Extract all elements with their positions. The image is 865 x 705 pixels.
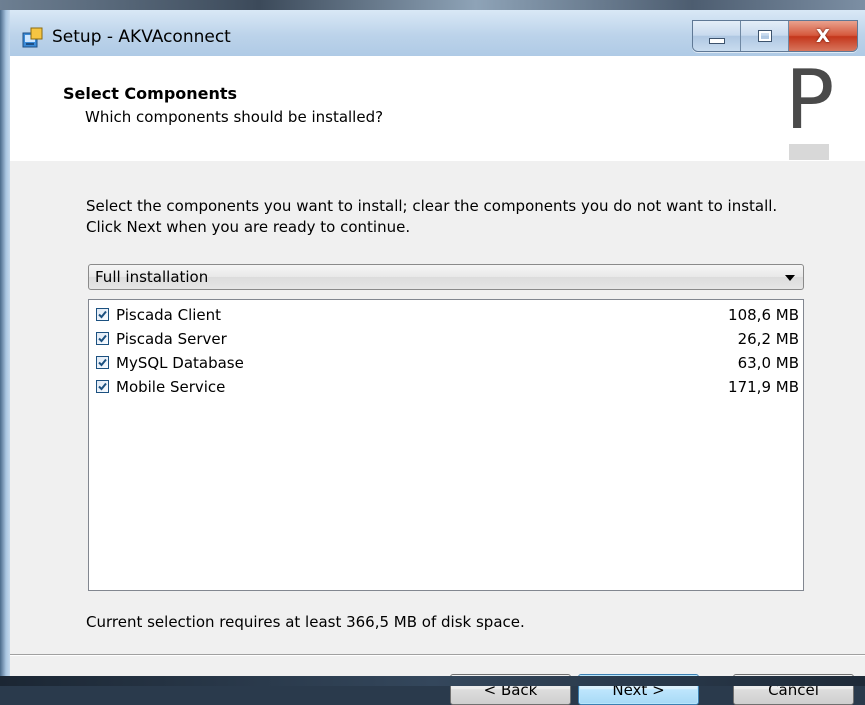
logo-letter: P xyxy=(785,62,834,148)
checkbox-piscada-server[interactable] xyxy=(96,332,109,345)
component-name: Piscada Server xyxy=(116,330,227,348)
page-subtitle: Which components should be installed? xyxy=(85,108,384,126)
component-name: Piscada Client xyxy=(116,306,222,324)
piscada-logo: P xyxy=(779,62,865,160)
wizard-client-area: Select Components Which components shoul… xyxy=(10,56,865,705)
list-item[interactable]: Piscada Server 26,2 MB xyxy=(89,329,803,351)
component-name: Mobile Service xyxy=(116,378,226,396)
desktop-taskbar-edge xyxy=(0,676,865,686)
checkbox-piscada-client[interactable] xyxy=(96,308,109,321)
page-title: Select Components xyxy=(63,84,238,103)
instructions-text: Select the components you want to instal… xyxy=(86,197,778,236)
install-type-value: Full installation xyxy=(95,268,209,286)
window-frame xyxy=(0,10,10,676)
setup-app-icon xyxy=(22,27,44,49)
list-item[interactable]: Mobile Service 171,9 MB xyxy=(89,377,803,399)
window-controls: X xyxy=(692,20,858,52)
footer-separator-highlight xyxy=(10,655,865,656)
close-icon: X xyxy=(816,25,830,47)
component-size: 26,2 MB xyxy=(737,330,799,348)
close-button[interactable]: X xyxy=(789,21,857,51)
component-size: 108,6 MB xyxy=(728,306,799,324)
list-item[interactable]: Piscada Client 108,6 MB xyxy=(89,305,803,327)
disk-space-requirement: Current selection requires at least 366,… xyxy=(86,613,525,631)
checkbox-mysql-database[interactable] xyxy=(96,356,109,369)
window-title: Setup - AKVAconnect xyxy=(52,27,231,47)
component-size: 171,9 MB xyxy=(728,378,799,396)
minimize-icon xyxy=(708,38,725,44)
header-separator xyxy=(10,160,865,161)
component-size: 63,0 MB xyxy=(737,354,799,372)
install-type-dropdown[interactable]: Full installation xyxy=(88,264,804,290)
list-item[interactable]: MySQL Database 63,0 MB xyxy=(89,353,803,375)
maximize-icon xyxy=(757,30,772,42)
components-list[interactable]: Piscada Client 108,6 MB Piscada Server 2… xyxy=(88,299,804,591)
dropdown-arrow-icon xyxy=(785,275,795,281)
checkbox-mobile-service[interactable] xyxy=(96,380,109,393)
maximize-button[interactable] xyxy=(741,21,789,51)
component-name: MySQL Database xyxy=(116,354,244,372)
minimize-button[interactable] xyxy=(693,21,741,51)
wizard-header: Select Components Which components shoul… xyxy=(10,56,865,161)
setup-window: Setup - AKVAconnect X Select Components … xyxy=(0,10,865,705)
